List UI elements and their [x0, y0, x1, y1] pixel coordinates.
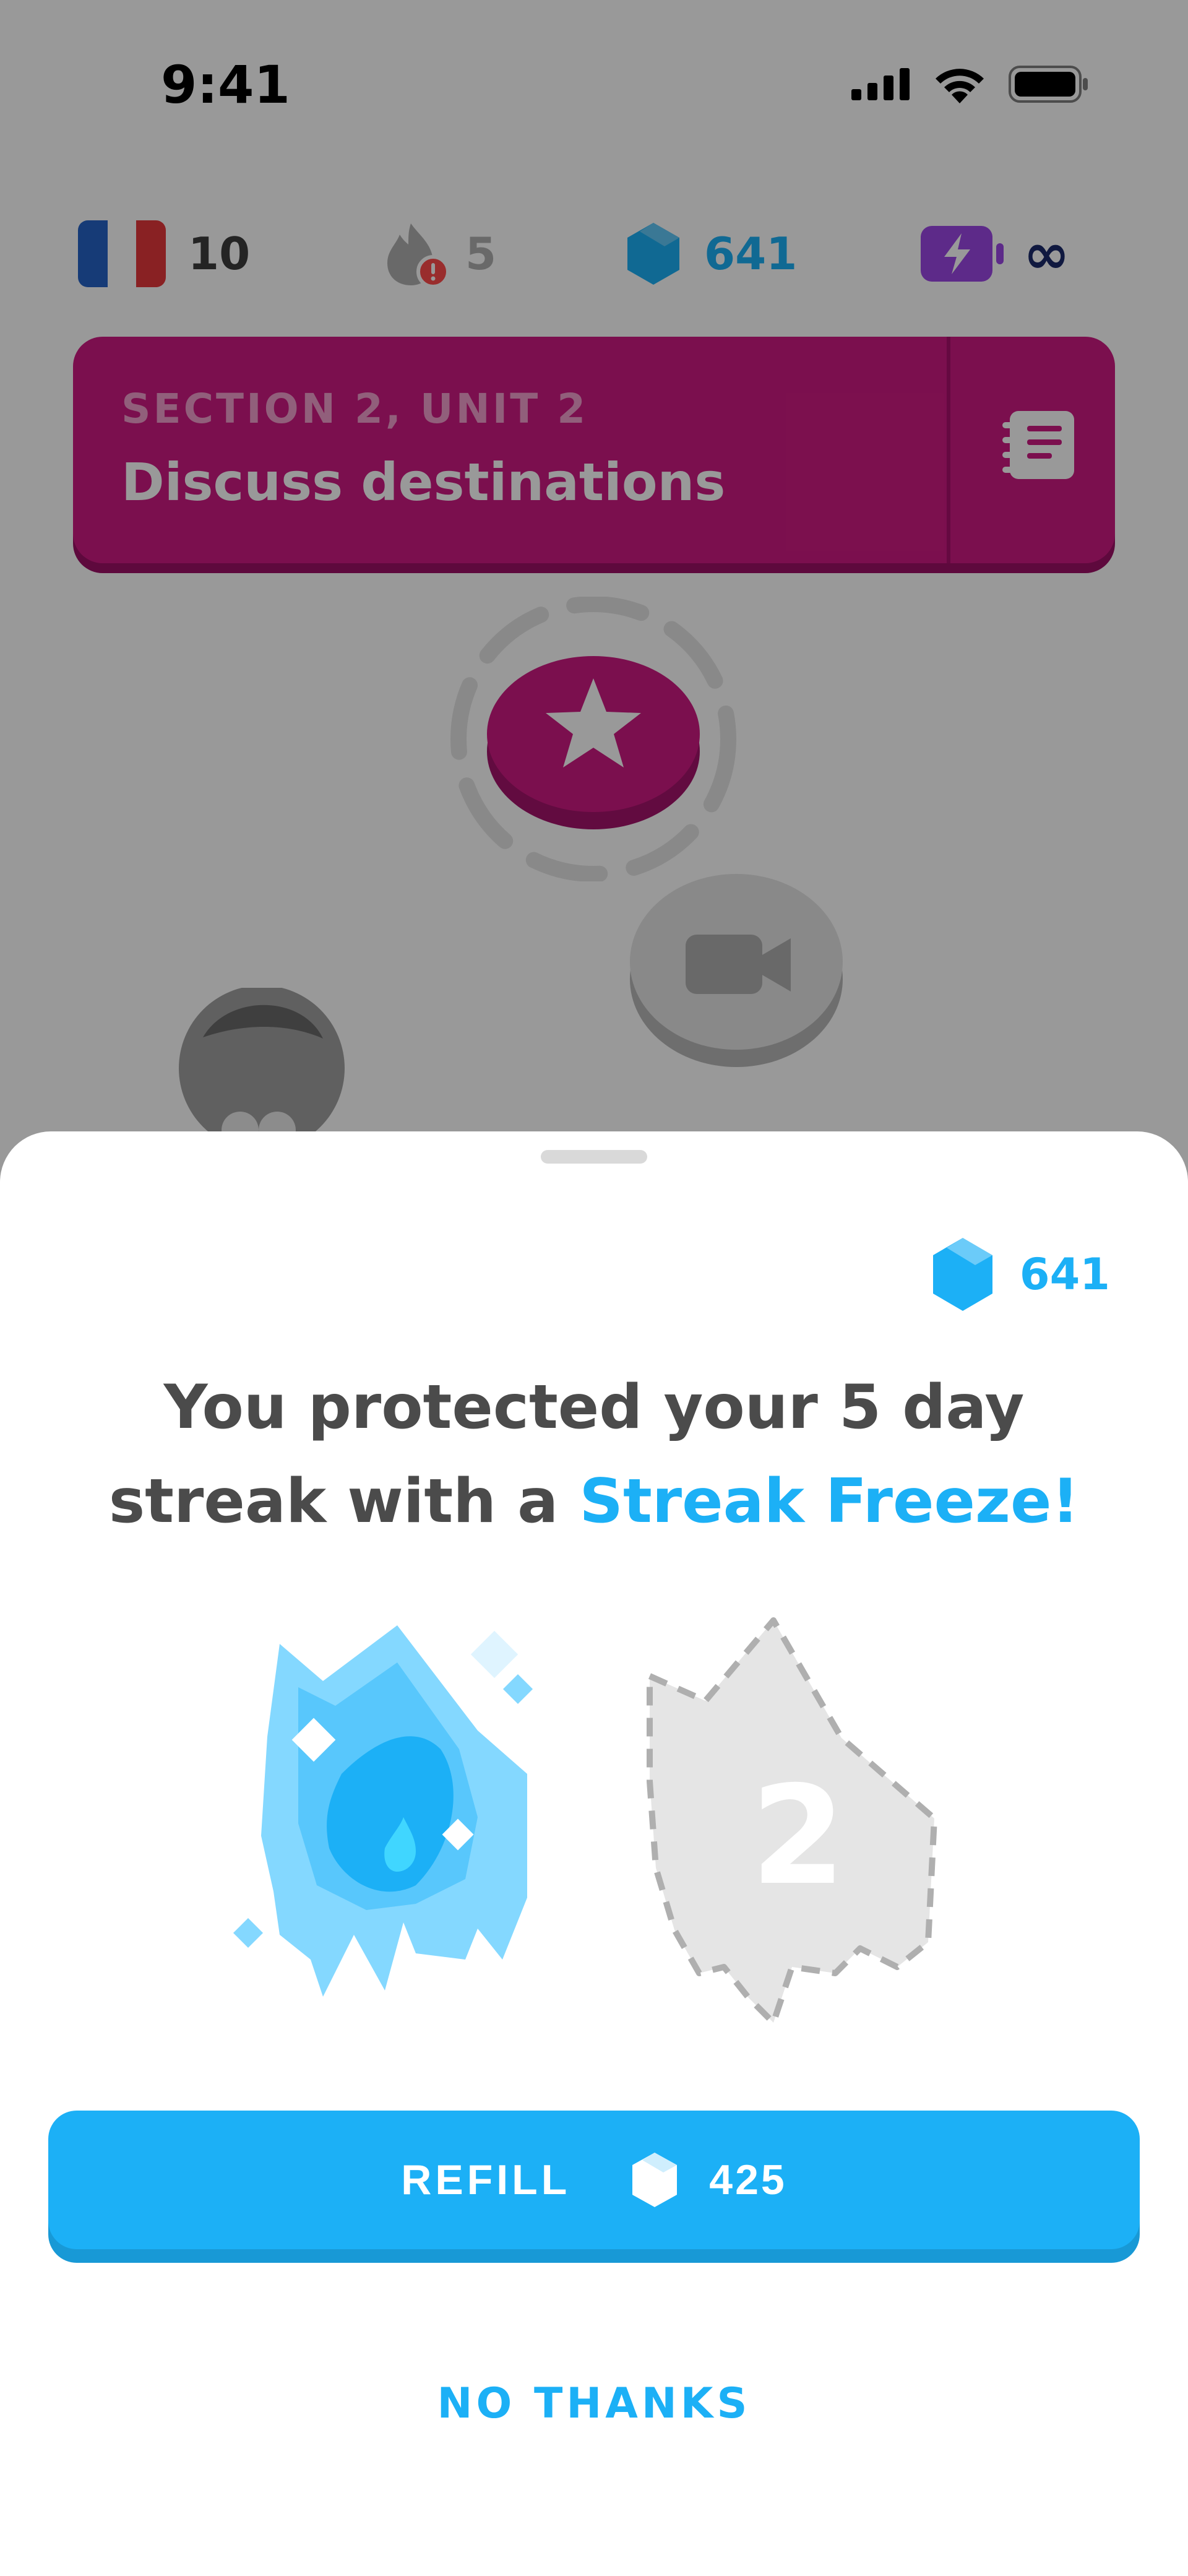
gem-icon: [932, 1238, 992, 1311]
sheet-handle[interactable]: [541, 1150, 647, 1164]
empty-freeze-slot: 2: [637, 1596, 947, 2044]
streak-freeze-icon: [233, 1625, 533, 1997]
sheet-gems-count: 641: [1019, 1249, 1110, 1300]
no-thanks-button[interactable]: NO THANKS: [346, 2363, 842, 2444]
refill-label: REFILL: [401, 2156, 571, 2203]
headline-accent: Streak Freeze!: [579, 1466, 1080, 1537]
gem-icon: [632, 2153, 678, 2207]
streak-freeze-illustration: [230, 1613, 540, 2024]
empty-slot-number: 2: [751, 1757, 846, 1915]
streak-freeze-sheet: 641 You protected your 5 day streak with…: [0, 1131, 1188, 2576]
refill-cost: 425: [709, 2156, 787, 2203]
sheet-gems: 641: [931, 1237, 1110, 1312]
refill-button[interactable]: REFILL 425: [48, 2111, 1140, 2249]
refill-gem: [630, 2151, 679, 2208]
sheet-headline: You protected your 5 day streak with a S…: [74, 1360, 1114, 1549]
